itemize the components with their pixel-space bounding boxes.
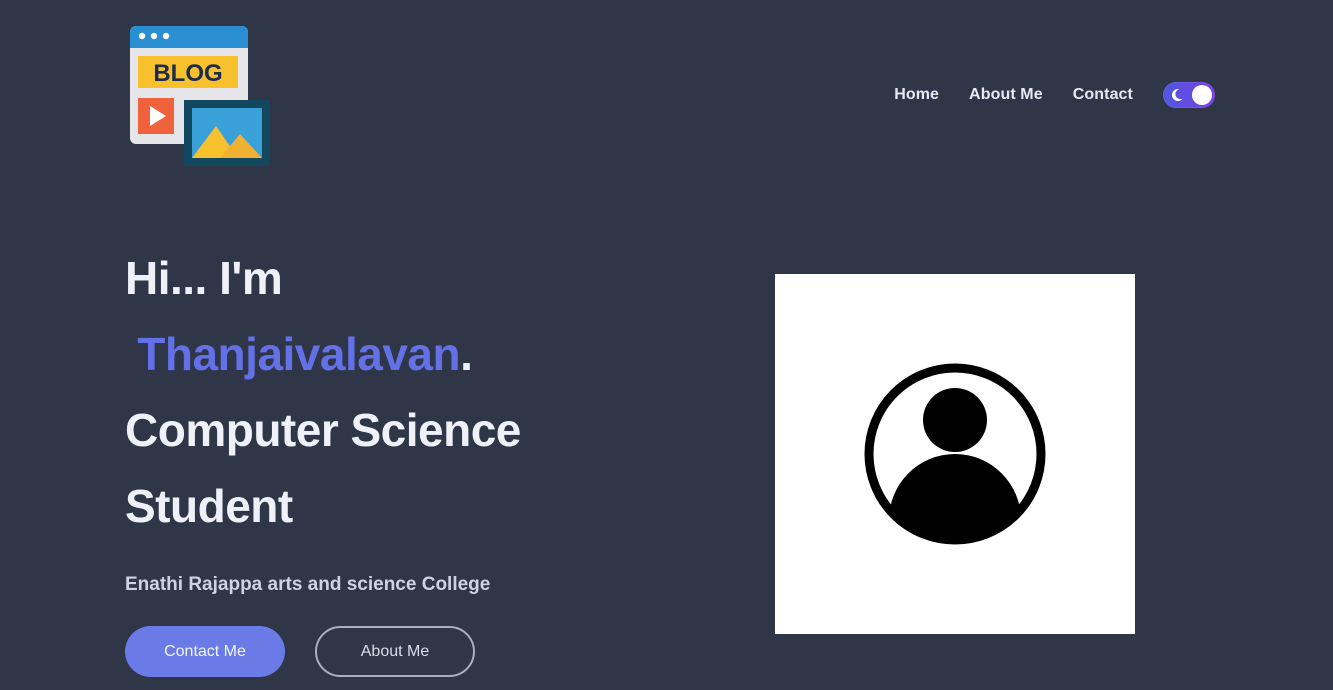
page: BLOG Home About Me Contact Hi... I'm Tha… [0,0,1333,690]
role-line-2: Student [125,480,293,532]
blog-logo-icon: BLOG [130,26,270,166]
user-avatar-icon [864,363,1046,545]
role-line-1: Computer Science [125,404,521,456]
contact-me-button[interactable]: Contact Me [125,626,285,677]
college-text: Enathi Rajappa arts and science College [125,574,491,595]
hero-buttons: Contact Me About Me [125,626,645,677]
nav-home-link[interactable]: Home [894,86,939,104]
greeting-text: Hi... I'm [125,252,283,304]
name-suffix: . [460,328,473,380]
nav-contact-link[interactable]: Contact [1073,86,1133,104]
blog-logo[interactable]: BLOG [128,24,272,168]
name-line: Thanjaivalavan. [125,316,645,392]
nav-about-link[interactable]: About Me [969,86,1043,104]
moon-icon [1171,88,1183,101]
hero-heading: Hi... I'm Thanjaivalavan. Computer Scien… [125,240,645,544]
hero-section: Hi... I'm Thanjaivalavan. Computer Scien… [125,240,645,677]
name-text: Thanjaivalavan [137,328,461,380]
main-nav: Home About Me Contact [894,82,1215,108]
about-me-button[interactable]: About Me [315,626,475,677]
profile-image [775,274,1135,634]
theme-toggle[interactable] [1163,82,1215,108]
svg-text:BLOG: BLOG [153,60,222,87]
toggle-knob [1192,85,1212,105]
